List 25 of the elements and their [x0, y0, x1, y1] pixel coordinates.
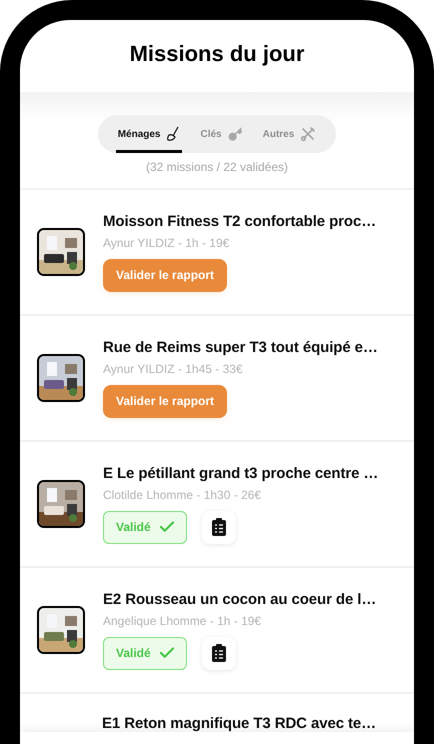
validate-report-button[interactable]: Valider le rapport	[103, 384, 228, 418]
report-button[interactable]	[202, 510, 236, 544]
mission-details: Aynur YILDIZ - 1h45 - 33€	[103, 362, 244, 376]
clipboard-icon	[212, 518, 226, 536]
clipboard-icon	[212, 644, 226, 662]
mission-title: Moisson Fitness T2 confortable proc…	[103, 212, 376, 230]
tab[interactable]: Autres	[260, 115, 318, 153]
validated-status: Validé	[103, 510, 187, 544]
screen-title: Missions du jour	[130, 41, 304, 67]
mission-title: E2 Rousseau un cocon au coeur de l…	[103, 590, 376, 608]
mission-title: E Le pétillant grand t3 proche centre …	[103, 464, 378, 482]
mission-title: Rue de Reims super T3 tout équipé e…	[103, 338, 378, 356]
mission-details: Angelique Lhomme - 1h - 19€	[103, 614, 262, 628]
tab[interactable]: Clés	[198, 115, 245, 153]
validated-status: Validé	[103, 636, 187, 670]
tools-icon	[300, 126, 316, 142]
tab[interactable]: Ménages	[116, 115, 182, 153]
broom-icon	[166, 126, 180, 142]
mission-details: Clotilde Lhomme - 1h30 - 26€	[103, 488, 262, 502]
mission-details: Aynur YILDIZ - 1h - 19€	[103, 236, 230, 250]
report-button[interactable]	[202, 636, 236, 670]
key-icon	[228, 126, 243, 142]
validate-report-button[interactable]: Valider le rapport	[103, 258, 228, 292]
missions-count: (32 missions / 22 validées)	[146, 160, 288, 174]
mission-title: E1 Reton magnifique T3 RDC avec te…	[102, 715, 376, 732]
